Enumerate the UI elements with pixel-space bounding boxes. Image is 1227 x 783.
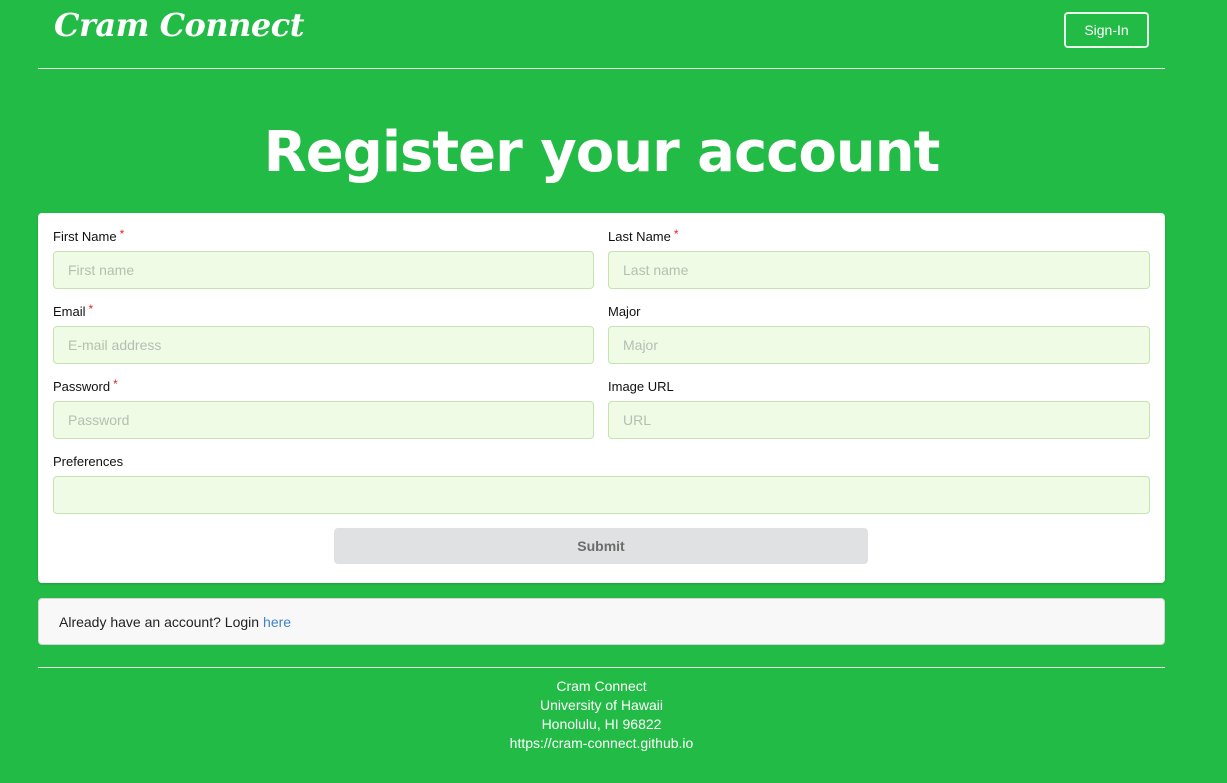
- footer: Cram Connect University of Hawaii Honolu…: [0, 677, 1203, 753]
- required-mark: *: [673, 227, 679, 241]
- first-name-input[interactable]: [53, 251, 594, 289]
- password-field: Password *: [53, 377, 594, 439]
- last-name-input[interactable]: [608, 251, 1150, 289]
- preferences-label: Preferences: [53, 454, 124, 469]
- login-message-text: Already have an account? Login: [59, 613, 260, 630]
- password-input[interactable]: [53, 401, 594, 439]
- email-field: Email *: [53, 302, 594, 364]
- registration-form: First Name* Last Name* Email* Major Pass…: [38, 213, 1165, 583]
- navbar: Cram Connect Sign-In: [38, 0, 1165, 69]
- footer-app-name: Cram Connect: [556, 678, 647, 694]
- major-field: Major: [608, 302, 1150, 364]
- login-link[interactable]: here: [263, 614, 291, 630]
- page-title: Register your account: [263, 120, 941, 185]
- image-url-field: Image URL: [608, 377, 1150, 439]
- required-mark: *: [119, 227, 125, 241]
- last-name-field: Last Name *: [608, 227, 1150, 289]
- image-url-input[interactable]: [608, 401, 1150, 439]
- last-name-label: Last Name *: [608, 227, 679, 244]
- footer-url[interactable]: https://cram-connect.github.io: [0, 734, 1203, 753]
- email-label: Email *: [53, 302, 94, 319]
- submit-button[interactable]: Submit: [334, 528, 868, 564]
- email-input[interactable]: [53, 326, 594, 364]
- required-mark: *: [113, 377, 118, 391]
- login-message: Already have an account? Login here: [38, 598, 1165, 645]
- required-mark: *: [88, 302, 94, 316]
- brand-logo[interactable]: Cram Connect: [54, 6, 305, 44]
- first-name-label: First Name *: [53, 227, 125, 244]
- major-label: Major: [608, 304, 641, 319]
- footer-address: Honolulu, HI 96822: [541, 716, 662, 732]
- image-url-label: Image URL: [608, 379, 674, 394]
- first-name-field: First Name *: [53, 227, 594, 289]
- footer-university: University of Hawaii: [540, 697, 663, 713]
- major-input[interactable]: [608, 326, 1150, 364]
- preferences-field: Preferences: [53, 452, 1150, 514]
- footer-divider: [38, 667, 1165, 668]
- sign-in-button[interactable]: Sign-In: [1064, 12, 1149, 48]
- preferences-input[interactable]: [53, 476, 1150, 514]
- password-label: Password *: [53, 377, 118, 394]
